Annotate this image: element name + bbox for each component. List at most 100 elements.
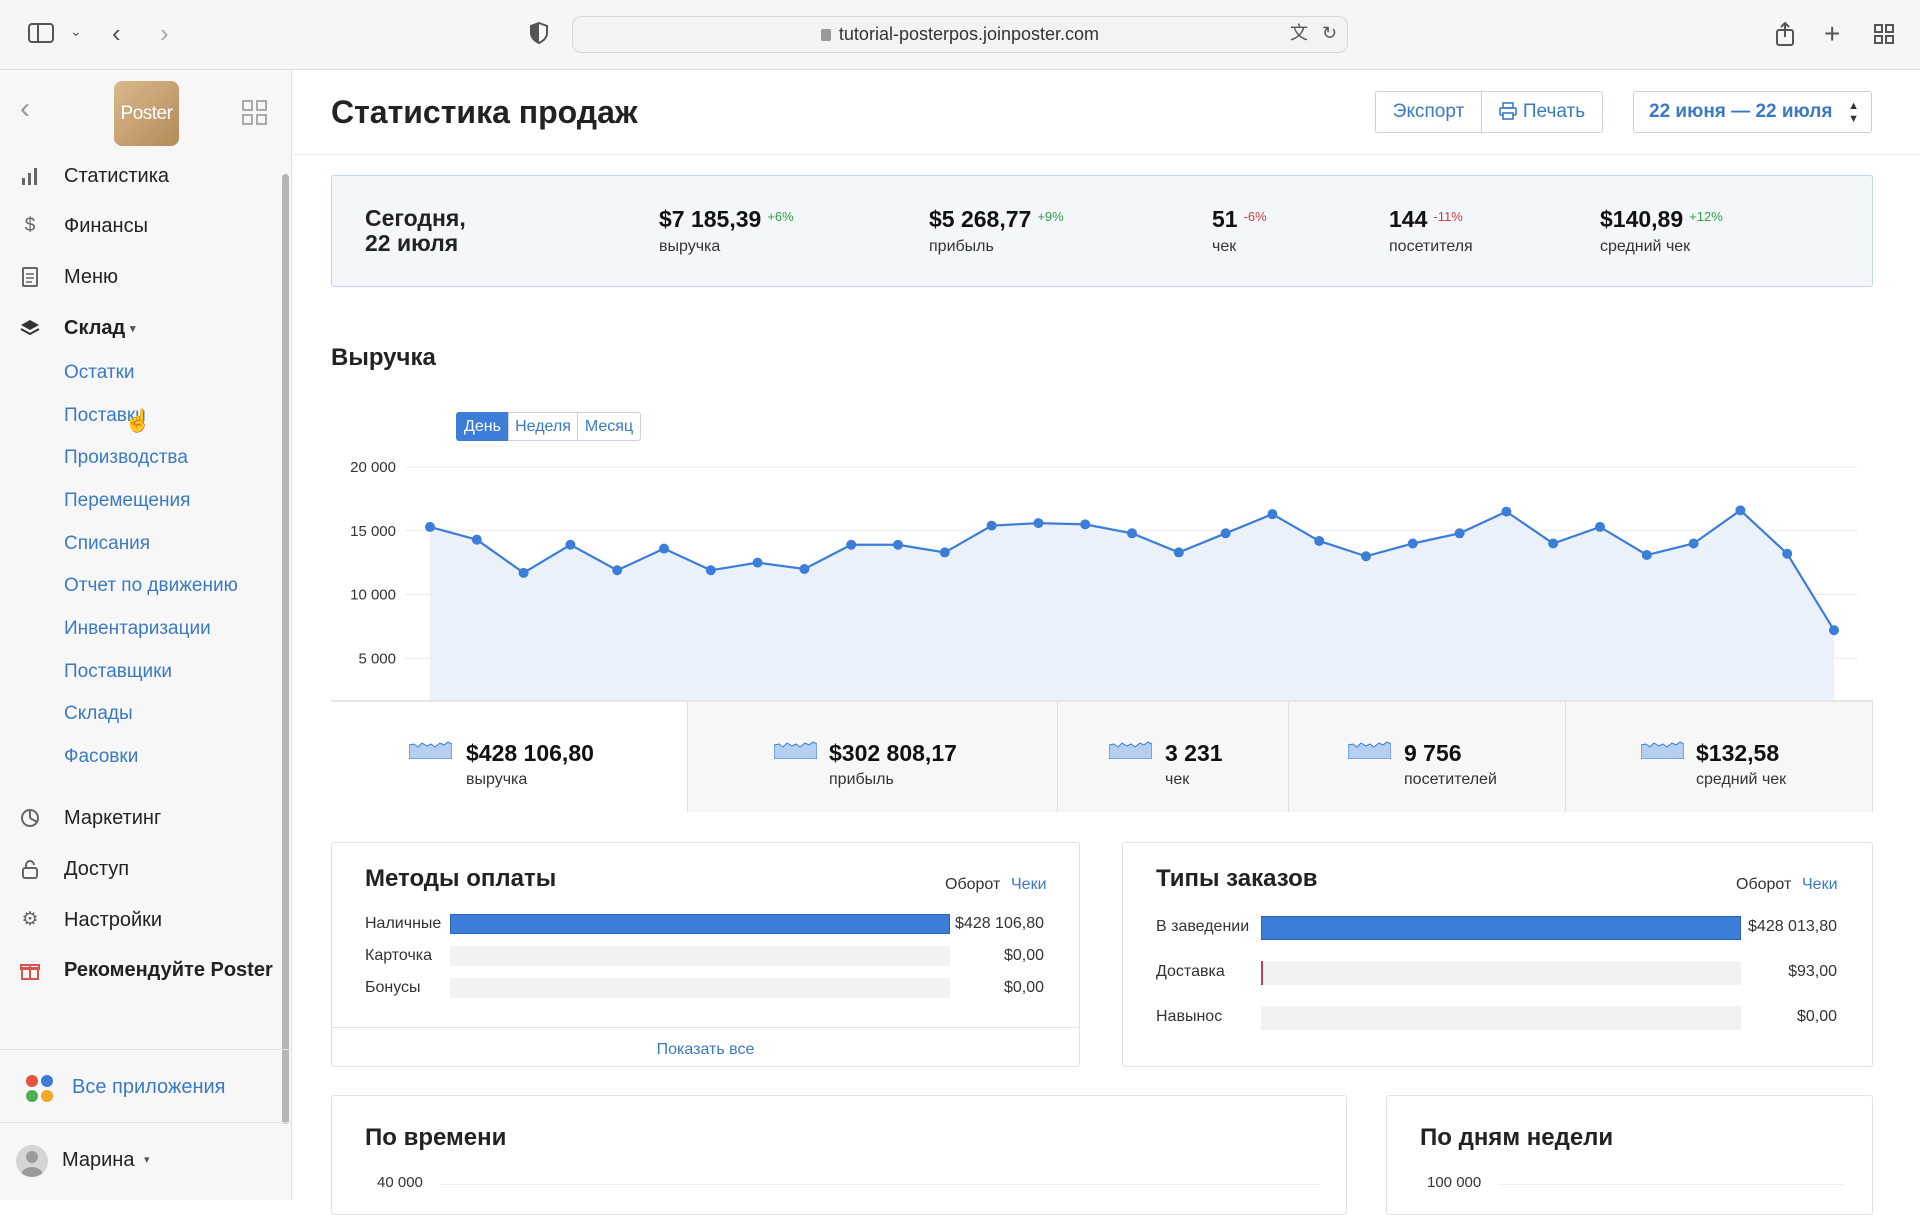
payment-row-value: $428 106,80	[955, 915, 1044, 932]
new-tab-icon[interactable]: +	[1824, 20, 1840, 48]
payment-bar	[450, 978, 950, 998]
page-title: Статистика продаж	[331, 94, 638, 130]
share-icon[interactable]	[1775, 21, 1795, 50]
kpi-label: выручка	[659, 238, 721, 255]
revenue-point	[612, 565, 623, 576]
collapse-sidebar-icon[interactable]: ‹	[20, 94, 30, 124]
sidebar-subitem-inventory[interactable]: Инвентаризации	[64, 614, 211, 644]
revenue-point	[565, 539, 576, 550]
url-text: tutorial-posterpos.joinposter.com	[838, 24, 1100, 44]
sidebar-subitem-warehouses[interactable]: Склады	[64, 699, 133, 729]
tab-week[interactable]: Неделя	[508, 412, 578, 441]
sidebar-subitem-stock[interactable]: Остатки	[64, 358, 135, 388]
sidebar-item-label: Меню	[64, 266, 119, 288]
translate-icon[interactable]: 文	[1290, 24, 1308, 42]
sidebar-item-marketing[interactable]: Маркетинг	[0, 798, 292, 838]
summary-cell-avg-check[interactable]: $132,58 средний чек	[1565, 702, 1873, 812]
card-title: Методы оплаты	[365, 865, 557, 892]
order-row-value: $0,00	[1796, 1008, 1837, 1025]
forward-icon[interactable]: ›	[160, 20, 169, 46]
revenue-point	[1454, 528, 1465, 539]
all-apps-link[interactable]: Все приложения	[0, 1049, 292, 1123]
shield-icon[interactable]	[530, 21, 548, 48]
revenue-point	[893, 539, 903, 550]
tab-day[interactable]: День	[456, 412, 509, 441]
toggle-checks[interactable]: Чеки	[1802, 876, 1838, 894]
sidebar-toggle-icon[interactable]	[28, 23, 54, 47]
apps-grid-icon[interactable]	[242, 100, 268, 131]
revenue-point	[799, 564, 810, 574]
sidebar-item-menu[interactable]: Меню	[0, 257, 292, 297]
order-bar	[1261, 916, 1741, 940]
summary-cell-revenue[interactable]: $428 106,80 выручка	[331, 702, 687, 812]
summary-cell-profit[interactable]: $302 808,17 прибыль	[687, 702, 1057, 812]
address-bar[interactable]: tutorial-posterpos.joinposter.com	[572, 16, 1348, 53]
summary-label: посетителей	[1404, 771, 1497, 788]
main-content: Статистика продаж Экспорт Печать 22 июня…	[293, 70, 1920, 1215]
card-title: По дням недели	[1420, 1124, 1614, 1151]
browser-toolbar: ⌄ ‹ › tutorial-posterpos.joinposter.com …	[0, 0, 1920, 70]
chevron-down-icon[interactable]: ⌄	[70, 24, 82, 38]
sidebar-subitem-movement-report[interactable]: Отчет по движению	[64, 571, 238, 601]
card-title: По времени	[365, 1124, 507, 1151]
date-range-picker[interactable]: 22 июня — 22 июля ▲ ▼	[1633, 91, 1872, 133]
tab-month[interactable]: Месяц	[577, 412, 641, 441]
sidebar-subitem-packaging[interactable]: Фасовки	[64, 742, 138, 772]
back-icon[interactable]: ‹	[112, 20, 121, 46]
revenue-point	[1501, 506, 1512, 517]
kpi-label: средний чек	[1600, 238, 1691, 255]
kpi-value: $5 268,77	[929, 206, 1032, 232]
print-button[interactable]: Печать	[1481, 91, 1603, 133]
revenue-point	[846, 539, 857, 550]
sidebar-item-access[interactable]: Доступ	[0, 849, 292, 889]
payment-row-label: Бонусы	[365, 979, 421, 996]
today-checks: 51 -6%	[1212, 206, 1267, 233]
payment-bar	[450, 914, 950, 934]
tab-overview-icon[interactable]	[1874, 24, 1894, 48]
today-summary: Сегодня, 22 июля $7 185,39 +6% выручка $5…	[331, 175, 1873, 287]
pie-icon	[20, 808, 40, 828]
sidebar-item-finance[interactable]: $ Финансы	[0, 206, 292, 246]
payment-row-label: Карточка	[365, 947, 433, 964]
sidebar-item-warehouse[interactable]: Склад ▾	[0, 308, 292, 348]
user-menu[interactable]: Марина ▾	[0, 1123, 292, 1200]
export-button[interactable]: Экспорт	[1375, 91, 1482, 133]
sidebar-subitem-suppliers[interactable]: Поставщики	[64, 657, 172, 687]
sidebar-item-recommend[interactable]: Рекомендуйте Poster	[0, 950, 292, 990]
revenue-point	[425, 521, 435, 532]
payment-row-value: $0,00	[1003, 979, 1044, 996]
sparkline-icon	[1641, 741, 1684, 759]
document-icon	[20, 267, 40, 287]
revenue-point	[1595, 521, 1605, 532]
toggle-turnover[interactable]: Оборот	[945, 876, 1000, 894]
order-row-label: В заведении	[1156, 918, 1250, 935]
summary-cell-visitors[interactable]: 9 756 посетителей	[1288, 702, 1565, 812]
sidebar-subitem-production[interactable]: Производства	[64, 443, 188, 473]
gridline	[1499, 1184, 1844, 1185]
sidebar-item-statistics[interactable]: Статистика	[0, 156, 292, 196]
sidebar-item-settings[interactable]: ⚙ Настройки	[0, 900, 292, 940]
toggle-checks[interactable]: Чеки	[1011, 876, 1047, 894]
logo[interactable]: Poster	[114, 81, 179, 146]
summary-strip: $428 106,80 выручка $302 808,17 прибыль …	[331, 700, 1873, 812]
today-label: Сегодня, 22 июля	[365, 206, 466, 256]
summary-cell-checks[interactable]: 3 231 чек	[1057, 702, 1288, 812]
order-bar	[1261, 1006, 1741, 1030]
sidebar-subitem-writeoffs[interactable]: Списания	[64, 529, 150, 559]
print-label: Печать	[1522, 101, 1586, 122]
revenue-point	[705, 565, 716, 576]
payment-row-label: Наличные	[365, 915, 442, 932]
sidebar-subitem-transfers[interactable]: Перемещения	[64, 486, 190, 516]
toggle-turnover[interactable]: Оборот	[1736, 876, 1791, 894]
revenue-point	[1033, 518, 1044, 529]
reload-icon[interactable]: ↻	[1322, 24, 1337, 42]
revenue-point	[659, 543, 669, 554]
sidebar-item-label: Рекомендуйте Poster	[64, 959, 273, 981]
revenue-point	[1220, 528, 1231, 539]
kpi-delta: -6%	[1243, 209, 1267, 224]
kpi-delta: -11%	[1433, 209, 1463, 224]
show-all-link[interactable]: Показать все	[332, 1041, 1079, 1059]
caret-down-icon: ▾	[130, 323, 136, 335]
sparkline-icon	[1109, 741, 1152, 759]
sidebar: ‹ Poster Статистика $ Финансы Меню Склад…	[0, 70, 292, 1200]
